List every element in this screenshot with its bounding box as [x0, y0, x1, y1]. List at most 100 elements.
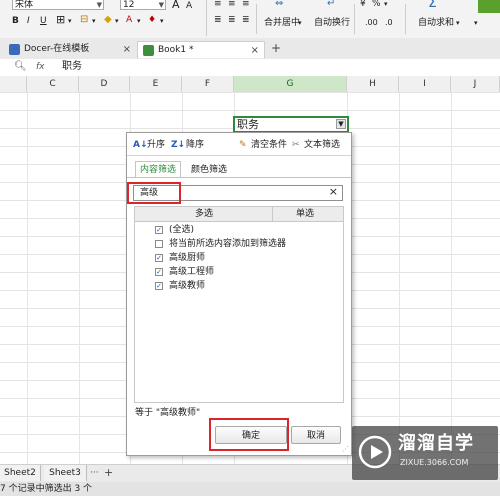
column-header-j[interactable]: J: [451, 76, 500, 92]
checkbox[interactable]: ✓: [155, 226, 163, 234]
checkbox[interactable]: ✓: [155, 254, 163, 262]
watermark-url: ZIXUE.3066.COM: [400, 458, 469, 467]
underline-button[interactable]: U: [40, 15, 47, 27]
more-sheets-button[interactable]: ···: [90, 466, 99, 480]
list-item[interactable]: 将当前所选内容添加到筛选器: [141, 238, 337, 251]
list-item-label: 高级教师: [169, 281, 206, 291]
column-header-c[interactable]: C: [27, 76, 79, 92]
column-single-select[interactable]: 单选: [296, 208, 314, 220]
merge-center-button[interactable]: 合并居中: [264, 17, 300, 29]
list-item-label: (全选): [169, 225, 195, 235]
close-icon[interactable]: ×: [123, 41, 131, 58]
divider: [127, 177, 351, 178]
italic-button[interactable]: I: [27, 15, 30, 27]
wrap-text-icon[interactable]: ↵: [327, 0, 335, 10]
new-tab-button[interactable]: +: [271, 41, 281, 56]
chevron-down-icon: ▼: [158, 1, 164, 9]
decimal-increase-button[interactable]: .00: [365, 17, 378, 29]
merge-center-icon[interactable]: ⇔: [275, 0, 283, 10]
sheet-tab-sheet3[interactable]: Sheet3: [44, 465, 87, 481]
text-filter-button[interactable]: 文本筛选: [304, 139, 340, 151]
chevron-down-icon[interactable]: ▾: [456, 17, 460, 29]
clear-filter-button[interactable]: 清空条件: [251, 139, 287, 151]
font-grow-button[interactable]: A: [172, 0, 180, 11]
percent-button[interactable]: %: [372, 0, 381, 10]
column-header-d[interactable]: D: [79, 76, 130, 92]
sheet-tab-sheet2[interactable]: Sheet2: [0, 465, 41, 481]
list-item[interactable]: ✓ 高级教师: [141, 280, 337, 293]
tab-docer[interactable]: Docer-在线模板 ×: [4, 41, 136, 58]
zoom-icon[interactable]: 🔍︎: [14, 61, 27, 73]
align-top-icon[interactable]: ≡: [214, 0, 222, 10]
align-center-icon[interactable]: ≣: [228, 14, 236, 26]
tab-book1[interactable]: Book1 * ×: [137, 41, 265, 58]
filter-dropdown-icon[interactable]: ▼: [336, 119, 346, 129]
active-cell[interactable]: 职务 ▼: [233, 116, 349, 133]
chevron-down-icon[interactable]: ▾: [92, 15, 96, 27]
chevron-down-icon[interactable]: ▾: [298, 17, 302, 29]
checkbox[interactable]: ✓: [155, 282, 163, 290]
list-item[interactable]: ✓ 高级工程师: [141, 266, 337, 279]
column-header-g[interactable]: G: [234, 76, 347, 92]
close-icon[interactable]: ×: [329, 186, 338, 198]
currency-icon[interactable]: ¥: [360, 0, 366, 10]
checkbox[interactable]: ✓: [155, 268, 163, 276]
align-right-icon[interactable]: ≣: [242, 14, 250, 26]
add-sheet-button[interactable]: +: [104, 465, 113, 480]
autosum-button[interactable]: 自动求和: [418, 17, 454, 29]
row-header-corner[interactable]: [0, 76, 27, 92]
resize-grip-icon[interactable]: ⋰: [342, 443, 349, 455]
divider: [127, 155, 351, 156]
clear-format-icon[interactable]: ♦: [148, 14, 156, 26]
list-item-label: 高级工程师: [169, 267, 215, 277]
chevron-down-icon[interactable]: ▾: [474, 17, 478, 29]
filter-dialog: A↓ 升序 Z↓ 降序 ✎ 清空条件 ✂ 文本筛选 内容筛选 颜色筛选 高级 ×…: [126, 132, 352, 456]
font-shrink-button[interactable]: A: [186, 0, 192, 12]
fill-color-icon[interactable]: ◆: [104, 14, 112, 26]
formula-bar: 🔍︎ fx 职务: [0, 59, 500, 77]
text-filter-icon[interactable]: ✂: [292, 139, 300, 151]
gridline: [451, 92, 452, 464]
divider: [405, 4, 406, 34]
decimal-decrease-button[interactable]: .0: [385, 17, 393, 29]
list-item[interactable]: ✓ 高级厨师: [141, 252, 337, 265]
column-header-e[interactable]: E: [130, 76, 182, 92]
align-middle-icon[interactable]: ≡: [228, 0, 236, 10]
align-left-icon[interactable]: ≣: [214, 14, 222, 26]
list-item[interactable]: ✓ (全选): [141, 224, 337, 237]
sort-desc-button[interactable]: 降序: [186, 139, 204, 151]
merge-style-icon[interactable]: ⊟: [80, 14, 88, 26]
close-icon[interactable]: ×: [251, 42, 259, 59]
watermark-title: 溜溜自学: [398, 433, 474, 454]
formula-input[interactable]: 职务: [62, 60, 82, 74]
chevron-down-icon[interactable]: ▾: [137, 15, 141, 27]
chevron-down-icon[interactable]: ▾: [68, 15, 72, 27]
column-header-f[interactable]: F: [182, 76, 234, 92]
sort-asc-icon[interactable]: A↓: [133, 139, 148, 151]
font-color-icon[interactable]: A: [126, 14, 132, 26]
chevron-down-icon[interactable]: ▾: [160, 15, 164, 27]
clear-filter-icon[interactable]: ✎: [239, 139, 247, 151]
autosum-icon[interactable]: Σ: [428, 0, 437, 10]
bold-button[interactable]: B: [12, 15, 19, 27]
column-header-i[interactable]: I: [399, 76, 451, 92]
checkbox[interactable]: [155, 240, 163, 248]
tab-content-filter[interactable]: 内容筛选: [135, 161, 181, 177]
filter-icon[interactable]: [478, 0, 500, 13]
cancel-button[interactable]: 取消: [291, 426, 341, 444]
wrap-text-button[interactable]: 自动换行: [314, 17, 350, 29]
font-size-select[interactable]: 12 ▼: [120, 0, 166, 10]
sort-asc-button[interactable]: 升序: [147, 139, 165, 151]
filter-value-list: ✓ (全选) 将当前所选内容添加到筛选器 ✓ 高级厨师 ✓ 高级工程师 ✓ 高级…: [134, 222, 344, 403]
tab-color-filter[interactable]: 颜色筛选: [191, 164, 227, 176]
column-header-h[interactable]: H: [347, 76, 399, 92]
border-icon[interactable]: ⊞: [56, 14, 65, 26]
font-name-select[interactable]: 宋体 ▼: [12, 0, 104, 10]
column-multi-select[interactable]: 多选: [195, 208, 213, 220]
sort-desc-icon[interactable]: Z↓: [171, 139, 185, 151]
ribbon-toolbar: 宋体 ▼ 12 ▼ A A ≡ ≡ ≡ B I U ⊞ ▾ ⊟ ▾ ◆ ▾ A …: [0, 0, 500, 39]
align-bottom-icon[interactable]: ≡: [242, 0, 250, 10]
chevron-down-icon[interactable]: ▾: [384, 0, 388, 10]
chevron-down-icon[interactable]: ▾: [115, 15, 119, 27]
fx-button[interactable]: fx: [36, 61, 45, 73]
